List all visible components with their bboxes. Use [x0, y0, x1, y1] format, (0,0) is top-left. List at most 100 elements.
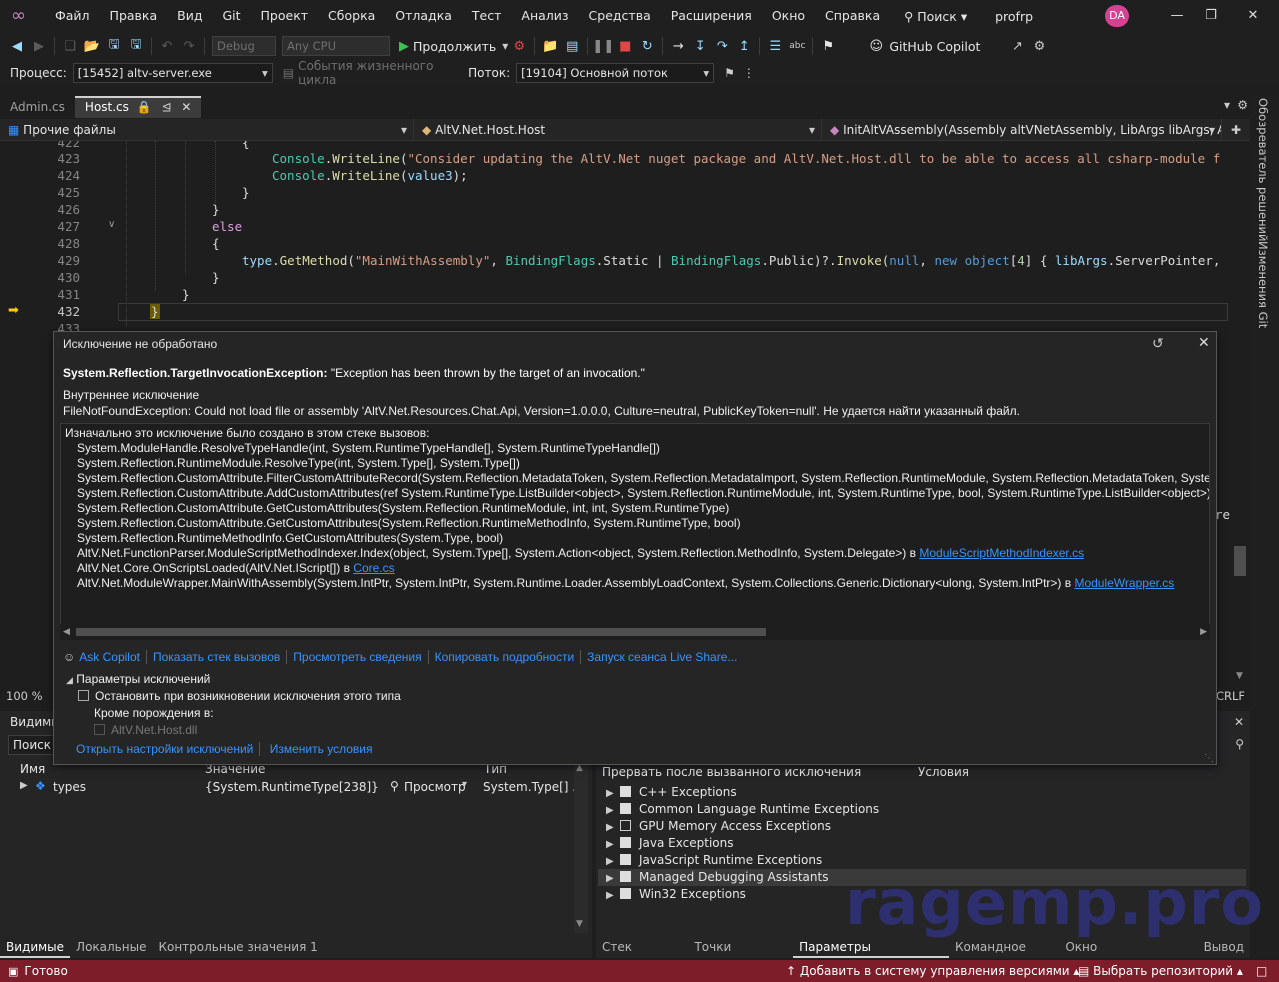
expand-icon[interactable]: ▶: [606, 870, 620, 887]
list-item[interactable]: ▶ Win32 Exceptions: [606, 886, 746, 903]
continue-button[interactable]: Продолжить: [413, 39, 496, 54]
close-tab-icon[interactable]: ✕: [181, 100, 191, 114]
view-dropdown-icon[interactable]: ▾: [462, 779, 467, 790]
checkbox[interactable]: [620, 820, 631, 831]
stack-horizontal-scrollbar[interactable]: ◀ ▶: [60, 624, 1210, 640]
copilot-button[interactable]: GitHub Copilot: [889, 39, 980, 54]
scroll-thumb[interactable]: [1234, 546, 1246, 576]
tab-host-cs[interactable]: Host.cs 🔒 ⊴ ✕: [74, 96, 202, 118]
project-nav-select[interactable]: ▦ Прочие файлы: [0, 118, 414, 141]
layout-icon[interactable]: ▤: [561, 39, 583, 54]
step-out-icon[interactable]: ↥: [733, 39, 755, 54]
member-nav-select[interactable]: ◆ InitAltVAssembly(Assembly altVNetAssem…: [822, 118, 1222, 141]
step-into-icon[interactable]: ↧: [689, 39, 711, 54]
scroll-thumb[interactable]: [76, 628, 766, 636]
list-item[interactable]: ▶ GPU Memory Access Exceptions: [606, 818, 831, 835]
col-name[interactable]: Имя: [20, 761, 45, 778]
list-item[interactable]: ▶ C++ Exceptions: [606, 784, 737, 801]
back-icon[interactable]: ◀: [6, 39, 28, 54]
solution-explorer-tab[interactable]: Обозреватель решений: [1256, 98, 1270, 242]
tab-admin-cs[interactable]: Admin.cs: [0, 96, 75, 118]
expand-icon[interactable]: ▶: [606, 819, 620, 836]
table-row[interactable]: ▶ ❖ types {System.RuntimeType[238]} ⚲ Пр…: [10, 779, 584, 797]
add-source-control-button[interactable]: ↑ Добавить в систему управления версиями…: [786, 964, 1079, 978]
tab-immediate-window[interactable]: Окно интерпретации: [1059, 936, 1197, 976]
share-icon[interactable]: ↗: [1006, 39, 1028, 54]
restart-icon[interactable]: ↻: [636, 39, 658, 54]
copilot-icon[interactable]: ☺: [865, 39, 887, 54]
menu-view[interactable]: Вид: [167, 0, 212, 32]
save-icon[interactable]: 🖫: [103, 35, 125, 57]
menu-help[interactable]: Справка: [815, 0, 890, 32]
menu-extensions[interactable]: Расширения: [661, 0, 762, 32]
open-exception-settings-link[interactable]: Открыть настройки исключений: [76, 742, 261, 756]
avatar[interactable]: DA: [1105, 5, 1129, 27]
save-all-icon[interactable]: 🖫: [125, 35, 147, 57]
menu-debug[interactable]: Отладка: [385, 0, 462, 32]
tab-autos[interactable]: Видимые: [0, 936, 71, 958]
expand-icon[interactable]: ▶: [606, 785, 620, 802]
expand-icon[interactable]: ▶: [606, 836, 620, 853]
list-item[interactable]: ▶ JavaScript Runtime Exceptions: [606, 852, 822, 869]
close-popup-icon[interactable]: ✕: [1198, 334, 1210, 351]
checkbox[interactable]: [620, 854, 631, 865]
flag-icon[interactable]: ⚑: [724, 66, 735, 80]
step-over-icon[interactable]: ↷: [711, 39, 733, 54]
menu-tools[interactable]: Средства: [579, 0, 661, 32]
tab-command-window[interactable]: Командное окно: [949, 936, 1059, 976]
resize-grip-icon[interactable]: ⋱: [1204, 753, 1214, 764]
close-window-icon[interactable]: ✕: [1236, 0, 1270, 32]
split-editor-icon[interactable]: ✚: [1222, 123, 1250, 137]
show-next-statement-icon[interactable]: →: [667, 39, 689, 54]
source-link[interactable]: ModuleWrapper.cs: [1074, 576, 1174, 590]
vertical-scrollbar[interactable]: ▼: [1234, 141, 1248, 686]
list-item[interactable]: ▶ Java Exceptions: [606, 835, 733, 852]
open-folder-icon[interactable]: 📂: [81, 39, 103, 54]
autos-scrollbar[interactable]: ▲ ▼: [574, 761, 588, 933]
col-break-after[interactable]: Прервать после вызванного исключения: [602, 764, 861, 781]
search-button[interactable]: ⚲ Поиск ▾: [904, 9, 967, 24]
undo-icon[interactable]: ↶: [156, 39, 178, 54]
forward-icon[interactable]: ▶: [28, 39, 50, 54]
tab-call-stack[interactable]: Стек вызовов: [596, 936, 688, 976]
source-link[interactable]: ModuleScriptMethodIndexer.cs: [919, 546, 1084, 560]
lifecycle-events[interactable]: События жизненного цикла: [298, 59, 468, 87]
menu-build[interactable]: Сборка: [318, 0, 385, 32]
thread-select[interactable]: [19104] Основной поток: [516, 63, 715, 83]
scroll-down-icon[interactable]: ▼: [1236, 671, 1243, 681]
new-project-icon[interactable]: ❏: [59, 39, 81, 54]
select-repository-button[interactable]: ▤ Выбрать репозиторий ▴: [1078, 964, 1243, 978]
source-link[interactable]: Core.cs: [353, 561, 394, 575]
collapse-icon[interactable]: ◢: [66, 675, 73, 685]
continue-icon[interactable]: ▶: [399, 39, 409, 54]
pin-icon[interactable]: ⊴: [162, 100, 172, 114]
attach-icon[interactable]: 📁: [539, 39, 561, 54]
spell-check-icon[interactable]: abc: [786, 41, 808, 51]
tab-output[interactable]: Вывод: [1198, 936, 1250, 958]
close-panel-icon[interactable]: ✕: [1234, 715, 1244, 729]
zoom-level-display[interactable]: 100 %: [6, 689, 43, 703]
checkbox[interactable]: [620, 888, 631, 899]
menu-test[interactable]: Тест: [462, 0, 511, 32]
checkbox[interactable]: [620, 837, 631, 848]
tab-exception-settings[interactable]: Параметры исключений: [793, 936, 949, 976]
edit-conditions-link[interactable]: Изменить условия: [264, 742, 379, 756]
show-call-stack-link[interactable]: Показать стек вызовов: [147, 650, 288, 664]
list-item[interactable]: ▶ Common Language Runtime Exceptions: [606, 801, 879, 818]
config-select[interactable]: Debug: [212, 36, 276, 56]
checkbox[interactable]: [620, 871, 631, 882]
platform-select[interactable]: Any CPU: [282, 36, 390, 56]
expand-icon[interactable]: ▶: [606, 853, 620, 870]
stack-trace-box[interactable]: Изначально это исключение было создано в…: [60, 423, 1210, 625]
view-magnifier-icon[interactable]: ⚲: [390, 779, 399, 793]
menu-window[interactable]: Окно: [762, 0, 815, 32]
menu-analyze[interactable]: Анализ: [511, 0, 578, 32]
ask-copilot-link[interactable]: Ask Copilot: [77, 650, 147, 664]
exception-settings-section[interactable]: ◢ Параметры исключений: [66, 672, 210, 686]
checkbox[interactable]: [620, 786, 631, 797]
scroll-down-icon[interactable]: ▼: [576, 919, 583, 929]
redo-icon[interactable]: ↷: [178, 39, 200, 54]
git-changes-tab[interactable]: Изменения Git: [1256, 241, 1270, 328]
minimize-icon[interactable]: —: [1160, 0, 1194, 32]
tab-locals[interactable]: Локальные: [70, 936, 152, 958]
